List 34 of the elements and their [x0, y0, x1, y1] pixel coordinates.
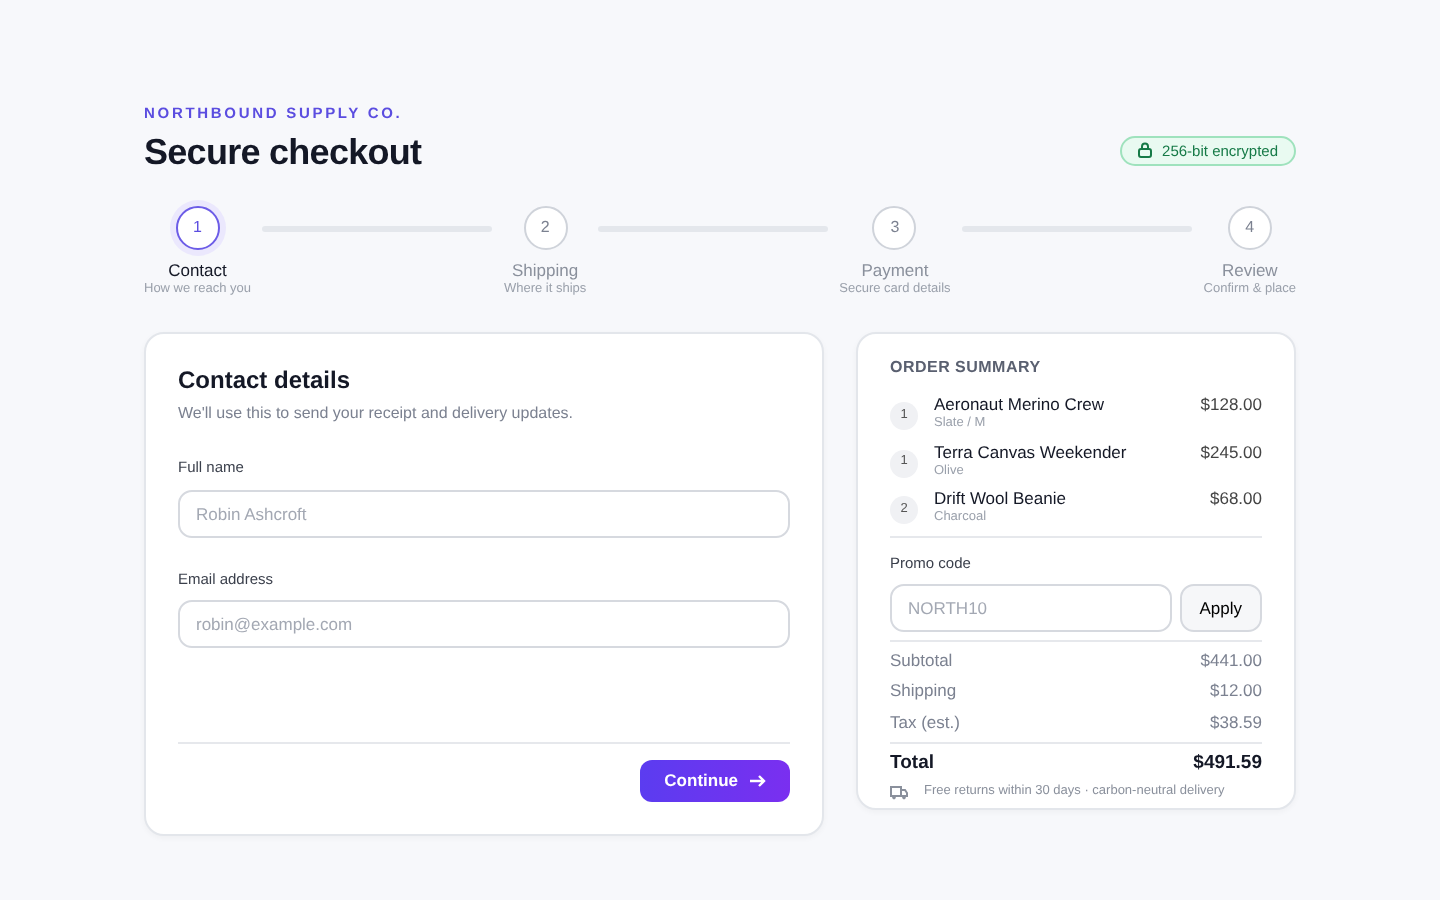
total-label: Total — [890, 751, 934, 776]
step-number[interactable]: 3 — [872, 206, 917, 251]
item-price: $68.00 — [1210, 488, 1262, 511]
card-title: Contact details — [178, 365, 353, 397]
input-field[interactable]: robin@example.com — [178, 600, 790, 649]
truck-icon — [890, 785, 908, 800]
summary-label: Tax (est.) — [890, 711, 960, 734]
step-label: Contact — [168, 260, 227, 282]
continue-button[interactable]: Continue — [640, 759, 790, 802]
total-value: $491.59 — [1193, 751, 1262, 776]
step-number[interactable]: 4 — [1227, 206, 1272, 251]
promo-code-field[interactable]: NORTH10 — [890, 584, 1172, 633]
step-label: Review — [1221, 260, 1278, 282]
summary-value: $38.59 — [1210, 711, 1262, 734]
item-name: Terra Canvas Weekender — [934, 441, 1129, 464]
item-price: $128.00 — [1200, 394, 1262, 417]
summary-title: ORDER SUMMARY — [890, 357, 1043, 379]
input-field[interactable]: Robin Ashcroft — [178, 489, 790, 538]
step-label: Payment — [861, 260, 929, 283]
step-number[interactable]: 1 — [175, 206, 220, 251]
card-subtitle: We'll use this to send your receipt and delivery updates. — [178, 404, 575, 426]
arrow-right-icon — [750, 773, 766, 788]
summary-label: Subtotal — [890, 650, 953, 673]
step-label: Shipping — [512, 260, 579, 283]
summary-label: Shipping — [890, 680, 957, 704]
item-name: Aeronaut Merino Crew — [934, 394, 1107, 416]
item-name: Drift Wool Beanie — [934, 488, 1068, 510]
item-price: $245.00 — [1200, 441, 1262, 464]
summary-value: $12.00 — [1210, 680, 1262, 704]
apply-button[interactable]: Apply — [1179, 584, 1262, 633]
lock-icon — [1138, 142, 1153, 159]
summary-value: $441.00 — [1200, 650, 1262, 673]
page-title: Secure checkout — [144, 131, 422, 175]
step-number[interactable]: 2 — [523, 206, 568, 251]
